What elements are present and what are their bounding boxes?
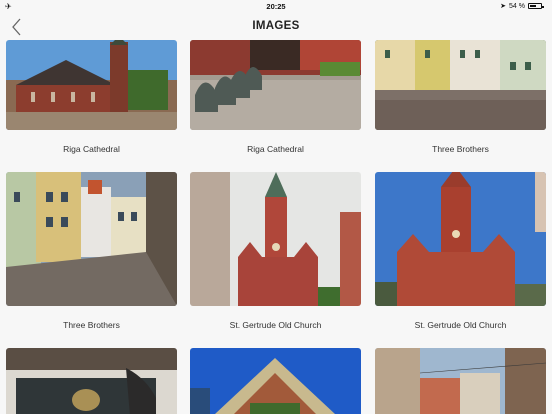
navigation-bar: IMAGES <box>0 12 552 40</box>
gallery-thumbnail[interactable] <box>190 348 361 414</box>
status-right: ➤ 54 % <box>500 2 544 10</box>
gallery-caption: St. Gertrude Old Church <box>229 320 322 330</box>
gallery-thumbnail[interactable] <box>375 40 546 130</box>
battery-percent: 54 % <box>509 2 525 10</box>
gallery-caption: Three Brothers <box>63 320 120 330</box>
gallery-thumbnail[interactable] <box>6 348 177 414</box>
gallery-caption: Three Brothers <box>432 144 489 154</box>
gallery-caption: Riga Cathedral <box>63 144 120 154</box>
gallery-thumbnail[interactable] <box>375 348 546 414</box>
gallery-thumbnail[interactable] <box>375 172 546 306</box>
page-title: IMAGES <box>252 20 300 32</box>
gallery-thumbnail[interactable] <box>190 40 361 130</box>
gallery-thumbnail[interactable] <box>6 40 177 130</box>
gallery-thumbnail[interactable] <box>190 172 361 306</box>
status-time: 20:25 <box>266 2 286 11</box>
gallery-caption: Riga Cathedral <box>247 144 304 154</box>
status-bar: ✈ 20:25 ➤ 54 % <box>0 0 552 12</box>
image-grid: Riga Cathedral Riga Cathedral Three Brot… <box>0 40 552 414</box>
location-icon: ➤ <box>500 3 507 10</box>
gallery-thumbnail[interactable] <box>6 172 177 306</box>
gallery-caption: St. Gertrude Old Church <box>414 320 507 330</box>
battery-icon <box>528 3 544 9</box>
